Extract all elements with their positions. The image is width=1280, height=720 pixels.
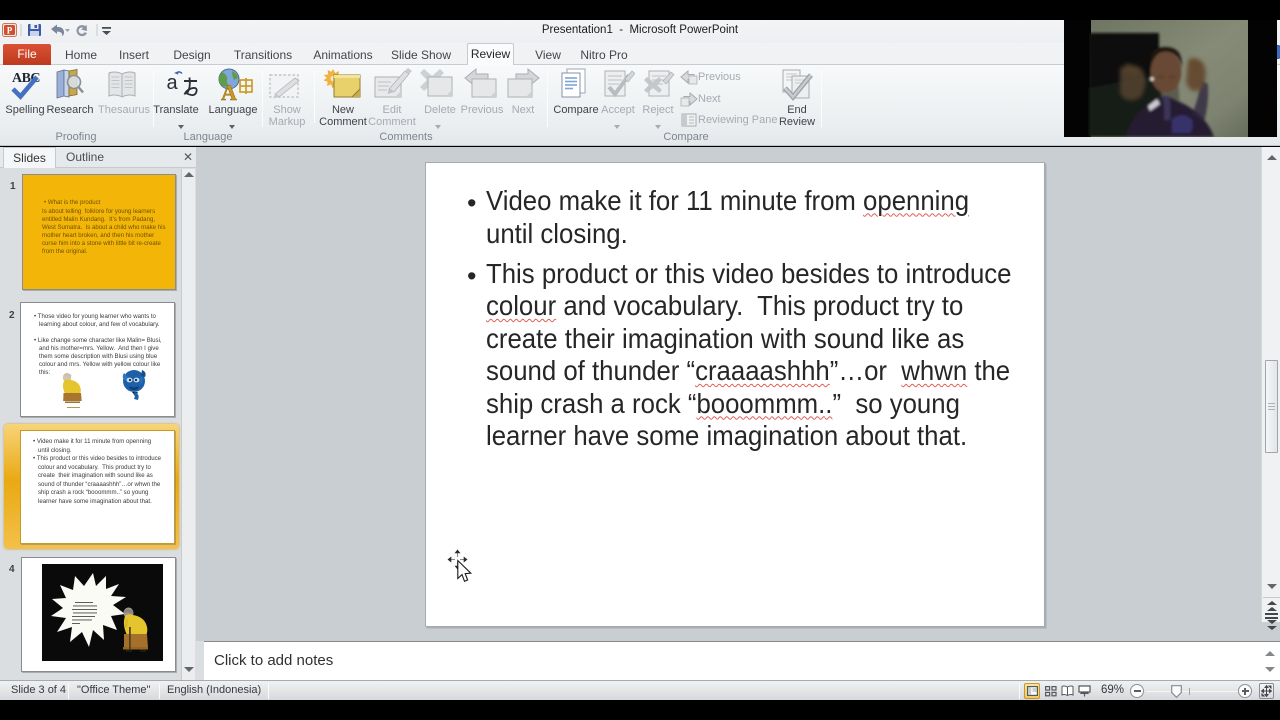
svg-text:A: A [221, 80, 237, 104]
svg-text:a: a [166, 72, 178, 94]
